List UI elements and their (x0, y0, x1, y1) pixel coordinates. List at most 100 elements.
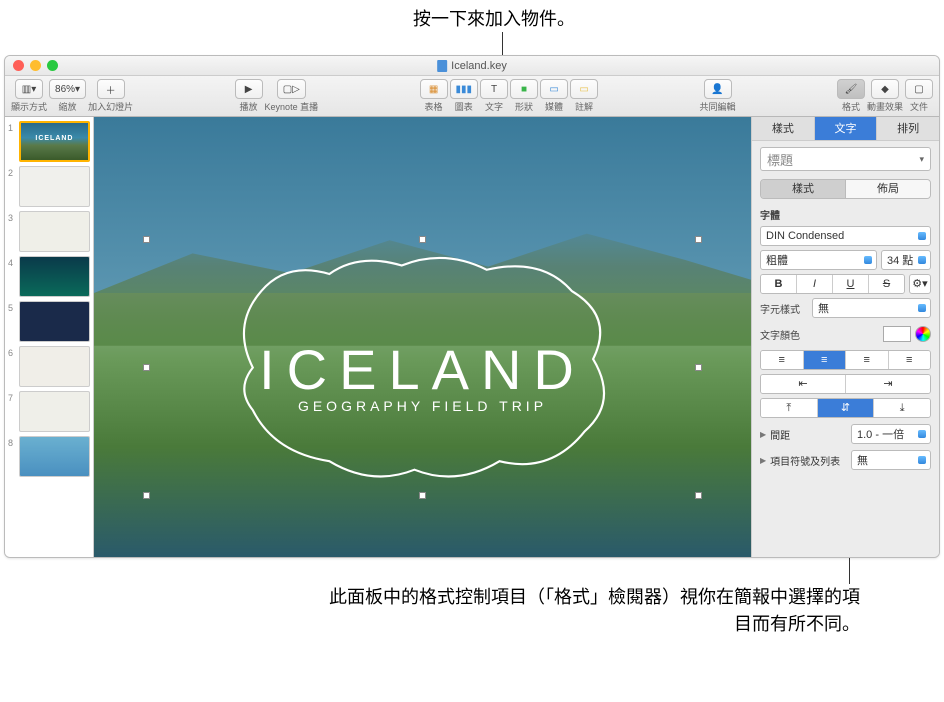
keynote-live-label: Keynote 直播 (265, 100, 319, 113)
animate-button[interactable]: ◆ (871, 79, 899, 99)
slide-thumb-3[interactable]: 3 (8, 211, 90, 252)
chart-label: 圖表 (455, 100, 473, 113)
zoom-menu[interactable]: 86%▾ (49, 79, 86, 99)
h-align-buttons: ≡ ≡ ≡ ≡ (760, 350, 931, 370)
italic-button[interactable]: I (796, 275, 832, 293)
valign-top-button[interactable]: ⤒ (761, 399, 817, 417)
segment-style[interactable]: 樣式 (761, 180, 845, 198)
animate-label: 動畫效果 (867, 100, 903, 113)
text-icon: T (491, 84, 497, 95)
slide-thumb-4[interactable]: 4 (8, 256, 90, 297)
slide-thumb-2[interactable]: 2 (8, 166, 90, 207)
align-center-button[interactable]: ≡ (803, 351, 846, 369)
zoom-button[interactable] (47, 60, 58, 71)
slide-navigator[interactable]: 1 2 3 4 5 6 7 8 (5, 117, 94, 557)
collaborate-button[interactable]: 👤 (704, 79, 732, 99)
selected-textbox[interactable]: ICELAND GEOGRAPHY FIELD TRIP (147, 240, 699, 495)
text-color-well[interactable] (883, 326, 911, 342)
minimize-button[interactable] (30, 60, 41, 71)
resize-handle[interactable] (419, 492, 426, 499)
toolbar: ▥▾ 顯示方式 86%▾ 縮放 ＋ 加入幻燈片 ▶ 播放 ▢▷ (5, 76, 939, 117)
spacing-select[interactable]: 1.0 - 一倍 (851, 424, 931, 444)
media-button[interactable]: ▭ (540, 79, 568, 99)
slide-thumb-6[interactable]: 6 (8, 346, 90, 387)
resize-handle[interactable] (695, 364, 702, 371)
align-right-button[interactable]: ≡ (845, 351, 888, 369)
valign-middle-button[interactable]: ⇵ (817, 399, 874, 417)
table-icon: ▦ (429, 84, 438, 95)
underline-button[interactable]: U (832, 275, 868, 293)
chart-button[interactable]: ▮▮▮ (450, 79, 479, 99)
media-icon: ▭ (549, 84, 558, 95)
doc-icon: ▢ (914, 84, 923, 95)
slide-thumb-8[interactable]: 8 (8, 436, 90, 477)
indent-buttons: ⇤ ⇥ (760, 374, 931, 394)
comment-button[interactable]: ▭ (570, 79, 598, 99)
document-title: Iceland.key (437, 60, 507, 72)
resize-handle[interactable] (695, 492, 702, 499)
format-label: 格式 (842, 100, 860, 113)
view-button[interactable]: ▥▾ (15, 79, 43, 99)
spacing-disclosure[interactable]: ▶ 間距 1.0 - 一倍 (760, 424, 931, 444)
view-icon: ▥▾ (22, 84, 36, 95)
strike-button[interactable]: S (868, 275, 904, 293)
play-button[interactable]: ▶ (235, 79, 263, 99)
shape-button[interactable]: ■ (510, 79, 538, 99)
brush-icon: 🖌 (845, 84, 858, 95)
style-layout-segment[interactable]: 樣式 佈局 (760, 179, 931, 199)
close-button[interactable] (13, 60, 24, 71)
format-inspector: 樣式 文字 排列 標題 樣式 佈局 字體 DIN Condensed 粗體 34… (751, 117, 939, 557)
resize-handle[interactable] (143, 236, 150, 243)
font-weight-select[interactable]: 粗體 (760, 250, 877, 270)
bold-button[interactable]: B (761, 275, 796, 293)
tab-style[interactable]: 樣式 (752, 117, 815, 140)
document-label: 文件 (910, 100, 928, 113)
table-label: 表格 (425, 100, 443, 113)
font-size-stepper[interactable]: 34 點 (881, 250, 931, 270)
indent-button[interactable]: ⇥ (845, 375, 930, 393)
resize-handle[interactable] (143, 364, 150, 371)
add-slide-label: 加入幻燈片 (88, 100, 133, 113)
tab-arrange[interactable]: 排列 (877, 117, 939, 140)
text-button[interactable]: T (480, 79, 508, 99)
color-wheel-icon[interactable] (915, 326, 931, 342)
callout-bottom-text: 此面板中的格式控制項目（「格式」檢閱器）視你在簡報中選擇的項目而有所不同。 (320, 584, 860, 638)
slide-thumb-5[interactable]: 5 (8, 301, 90, 342)
segment-layout[interactable]: 佈局 (845, 180, 930, 198)
paragraph-style-picker[interactable]: 標題 (760, 147, 931, 171)
plus-icon: ＋ (106, 82, 116, 97)
outdent-button[interactable]: ⇤ (761, 375, 845, 393)
format-button[interactable]: 🖌 (837, 79, 865, 99)
document-button[interactable]: ▢ (905, 79, 933, 99)
bullets-label: 項目符號及列表 (770, 453, 840, 468)
slide-canvas[interactable]: ICELAND GEOGRAPHY FIELD TRIP (94, 117, 751, 557)
char-style-select[interactable]: 無 (812, 298, 931, 318)
tab-text[interactable]: 文字 (815, 117, 878, 140)
align-left-button[interactable]: ≡ (761, 351, 803, 369)
slide-subtitle: GEOGRAPHY FIELD TRIP (147, 398, 699, 414)
font-options-gear[interactable]: ⚙▾ (909, 274, 931, 294)
add-slide-button[interactable]: ＋ (97, 79, 125, 99)
comment-icon: ▭ (579, 84, 588, 95)
bullets-disclosure[interactable]: ▶ 項目符號及列表 無 (760, 450, 931, 470)
window-controls (13, 60, 58, 71)
spacing-label: 間距 (770, 427, 790, 442)
callout-top-text: 按一下來加入物件。 (413, 5, 575, 31)
slide-thumb-1[interactable]: 1 (8, 121, 90, 162)
slide-thumb-7[interactable]: 7 (8, 391, 90, 432)
table-button[interactable]: ▦ (420, 79, 448, 99)
shape-label: 形狀 (515, 100, 533, 113)
triangle-icon: ▶ (760, 430, 766, 439)
valign-bottom-button[interactable]: ⤓ (873, 399, 930, 417)
font-family-select[interactable]: DIN Condensed (760, 226, 931, 246)
resize-handle[interactable] (695, 236, 702, 243)
keynote-live-button[interactable]: ▢▷ (277, 79, 306, 99)
live-icon: ▢▷ (283, 84, 300, 95)
bullets-select[interactable]: 無 (851, 450, 931, 470)
font-section-label: 字體 (760, 207, 931, 222)
resize-handle[interactable] (419, 236, 426, 243)
resize-handle[interactable] (143, 492, 150, 499)
gear-icon: ⚙▾ (912, 278, 927, 290)
document-icon (437, 60, 447, 72)
align-justify-button[interactable]: ≡ (888, 351, 931, 369)
